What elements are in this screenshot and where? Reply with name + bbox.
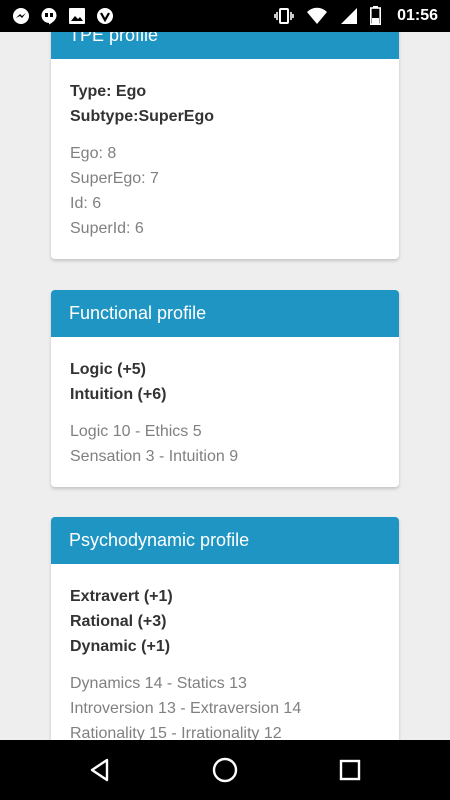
detail-line: Rationality 15 - Irrationality 12 <box>70 725 282 740</box>
card-title: Psychodynamic profile <box>51 517 399 564</box>
back-icon <box>90 758 109 782</box>
notification-icons <box>12 7 114 25</box>
profile-result: Intuition (+6) <box>70 386 167 403</box>
profile-result: Dynamic (+1) <box>70 638 171 655</box>
home-button[interactable] <box>210 755 240 785</box>
wifi-icon <box>307 7 328 24</box>
status-bar: 01:56 <box>0 0 450 32</box>
tpe-profile-card: TPE profile Type: Ego Subtype:SuperEgo E… <box>51 32 399 259</box>
psychodynamic-profile-card: Psychodynamic profile Extravert (+1) Rat… <box>51 517 399 740</box>
signal-icon <box>341 7 358 24</box>
back-button[interactable] <box>85 755 115 785</box>
detail-line: Dynamics 14 - Statics 13 <box>70 675 247 692</box>
battery-icon <box>370 6 382 25</box>
detail-line: Sensation 3 - Intuition 9 <box>70 448 239 465</box>
system-icons: 01:56 <box>274 6 438 25</box>
messenger-icon <box>13 8 29 24</box>
home-icon <box>212 757 238 783</box>
profile-result: Extravert (+1) <box>70 588 173 605</box>
profile-result: Rational (+3) <box>70 613 167 630</box>
recents-button[interactable] <box>335 755 365 785</box>
profile-subtype: Subtype:SuperEgo <box>70 108 215 125</box>
recents-icon <box>339 759 361 781</box>
detail-line: Logic 10 - Ethics 5 <box>70 423 202 440</box>
functional-profile-card: Functional profile Logic (+5) Intuition … <box>51 290 399 487</box>
detail-line: Introversion 13 - Extraversion 14 <box>70 700 302 717</box>
vibrate-icon <box>274 7 294 24</box>
navigation-bar <box>0 740 450 800</box>
profile-content[interactable]: TPE profile Type: Ego Subtype:SuperEgo E… <box>0 32 450 740</box>
hangouts-icon <box>41 8 57 25</box>
detail-line: SuperId: 6 <box>70 220 144 237</box>
opera-icon <box>97 8 113 24</box>
detail-line: Id: 6 <box>70 195 102 212</box>
card-title: TPE profile <box>51 32 399 59</box>
detail-line: Ego: 8 <box>70 145 117 162</box>
profile-result: Logic (+5) <box>70 361 147 378</box>
detail-line: SuperEgo: 7 <box>70 170 159 187</box>
clock: 01:56 <box>397 6 438 24</box>
image-icon <box>69 8 85 24</box>
profile-type: Type: Ego <box>70 83 147 100</box>
card-title: Functional profile <box>51 290 399 337</box>
